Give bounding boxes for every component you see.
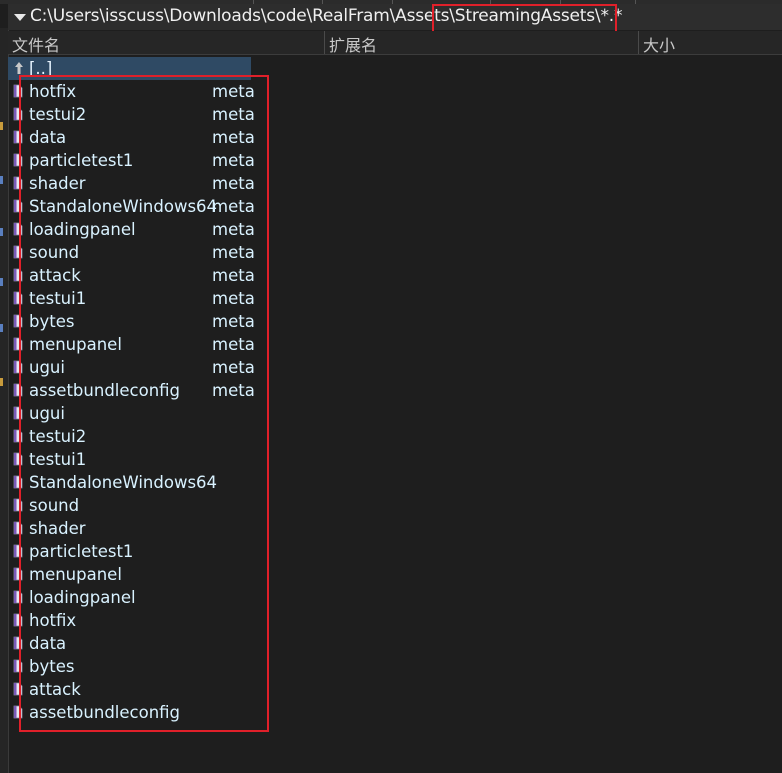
path-bar[interactable]: C:\Users\isscuss\Downloads\code\RealFram… bbox=[8, 4, 782, 38]
column-header-size[interactable]: 大小 bbox=[639, 32, 782, 55]
column-header: 文件名 扩展名 大小 bbox=[8, 31, 782, 55]
chevron-down-icon[interactable] bbox=[14, 14, 26, 21]
gutter-marker bbox=[0, 378, 3, 386]
gutter-marker bbox=[0, 122, 3, 130]
column-header-name[interactable]: 文件名 bbox=[8, 32, 324, 55]
list-highlight-box bbox=[19, 75, 269, 732]
gutter-marker bbox=[0, 324, 3, 332]
gutter-marker bbox=[0, 228, 3, 236]
gutter-marker bbox=[0, 176, 3, 184]
up-arrow-icon bbox=[15, 62, 23, 74]
column-header-ext[interactable]: 扩展名 bbox=[325, 32, 638, 55]
gutter-marker bbox=[0, 278, 3, 286]
